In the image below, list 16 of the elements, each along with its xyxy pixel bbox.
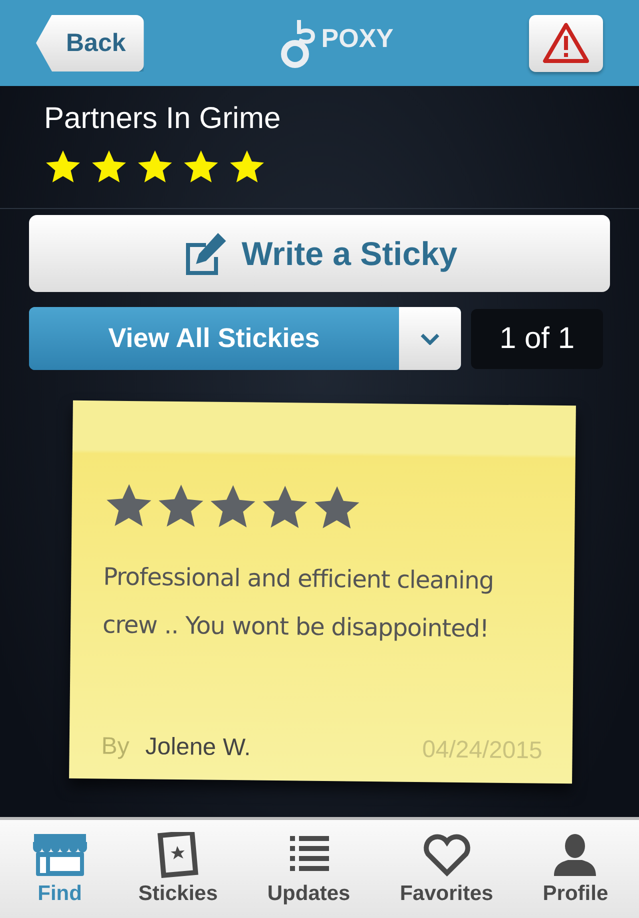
by-label: By: [101, 732, 130, 761]
business-name: Partners In Grime: [44, 102, 282, 136]
storefront-icon: [30, 832, 89, 878]
page-counter: 1 of 1: [471, 308, 603, 368]
report-button[interactable]: [528, 14, 603, 72]
review-text: Professional and efficient cleaning crew .. You wont be disappointed!: [102, 562, 495, 645]
tab-bar-item[interactable]: Favorites: [400, 832, 494, 906]
tab-bar-item[interactable]: Updates: [267, 832, 350, 906]
author-name: Jolene W.: [145, 733, 251, 762]
caret-icon: [420, 332, 440, 344]
back-button[interactable]: Back: [36, 14, 144, 72]
write-sticky-button[interactable]: Write a Sticky: [29, 215, 610, 292]
warning-icon: [542, 22, 590, 64]
tab-bar-item[interactable]: Profile: [542, 832, 608, 906]
tab-bar-item[interactable]: Stickies: [138, 832, 218, 906]
logo-text: POXY: [321, 23, 394, 54]
